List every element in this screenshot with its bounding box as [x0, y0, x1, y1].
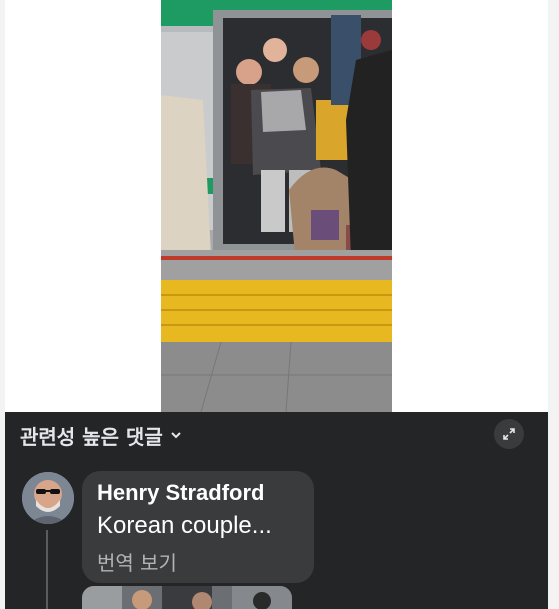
comment-sort-dropdown[interactable]: 관련성 높은 댓글	[20, 420, 183, 450]
comment-text[interactable]: Korean couple...	[97, 512, 272, 540]
reply-thread-line	[46, 530, 48, 609]
video-player[interactable]	[161, 0, 392, 412]
comment-bubble: Henry Stradford Korean couple... 번역 보기	[82, 471, 314, 583]
chevron-down-icon	[171, 432, 181, 439]
comment-attachment-image[interactable]	[82, 586, 292, 609]
avatar[interactable]	[22, 472, 74, 524]
comment-author[interactable]: Henry Stradford	[97, 480, 264, 506]
post-media-area	[5, 0, 548, 412]
expand-button[interactable]	[494, 419, 524, 449]
video-frame	[161, 0, 392, 412]
avatar-image	[22, 472, 74, 524]
see-translation-link[interactable]: 번역 보기	[97, 547, 177, 576]
attachment-thumbnail	[82, 586, 292, 609]
expand-icon	[503, 428, 515, 440]
comment-sort-label: 관련성 높은 댓글	[20, 424, 163, 449]
comments-panel: 관련성 높은 댓글 Henry Stradford Korean couple.…	[5, 412, 548, 609]
